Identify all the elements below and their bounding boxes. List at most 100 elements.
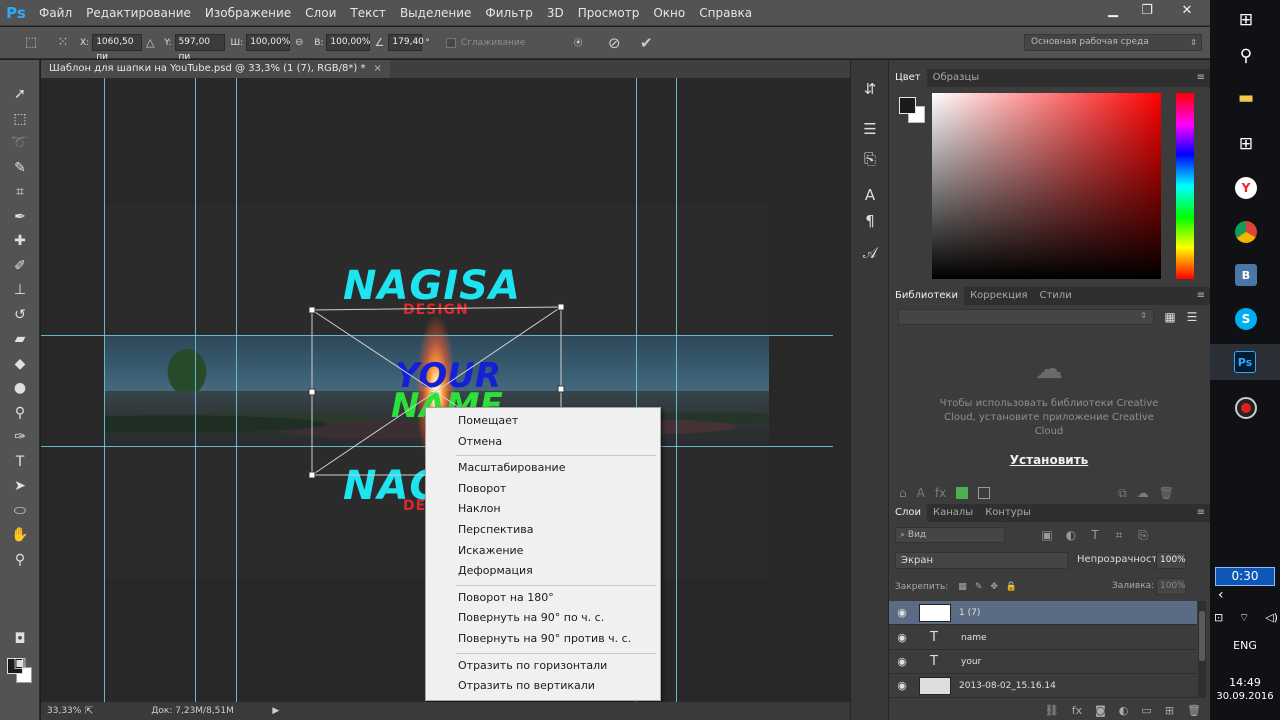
color-picker-field[interactable] — [932, 93, 1161, 279]
menu-help[interactable]: Справка — [692, 0, 759, 26]
add-character-style-icon[interactable]: A — [917, 486, 925, 500]
blur-tool-icon[interactable]: ● — [0, 376, 40, 401]
layer-style-icon[interactable]: fx — [1072, 704, 1082, 717]
ellipse-tool-icon[interactable]: ⬭ — [0, 499, 40, 524]
history-brush-tool-icon[interactable]: ↺ — [0, 303, 40, 328]
path-select-tool-icon[interactable]: ➤ — [0, 474, 40, 499]
menu-item-warp[interactable]: Деформация — [426, 561, 660, 582]
menu-item-rotate-90-ccw[interactable]: Повернуть на 90° против ч. с. — [426, 629, 660, 650]
height-field[interactable]: 100,00% — [326, 34, 370, 51]
dodge-tool-icon[interactable]: ⚲ — [0, 401, 40, 426]
move-tool-preset-icon[interactable]: ⬚ — [20, 32, 42, 54]
type-tool-icon[interactable]: T — [0, 450, 40, 475]
move-tool-icon[interactable]: ➚ — [0, 82, 40, 107]
properties-panel-icon[interactable]: ☰ — [851, 114, 889, 144]
minimize-button[interactable]: ▁ — [1096, 0, 1130, 20]
volume-icon[interactable]: ◁) — [1265, 611, 1278, 625]
tab-styles[interactable]: Стили — [1034, 287, 1078, 305]
link-layers-icon[interactable]: ⛓ — [1045, 704, 1059, 717]
menu-filter[interactable]: Фильтр — [478, 0, 539, 26]
marquee-tool-icon[interactable]: ⬚ — [0, 107, 40, 132]
menu-3d[interactable]: 3D — [540, 0, 571, 26]
healing-brush-tool-icon[interactable]: ✚ — [0, 229, 40, 254]
shape-filter-icon[interactable]: ⌗ — [1107, 528, 1131, 543]
vk-icon[interactable]: В — [1228, 257, 1264, 293]
smart-object-filter-icon[interactable]: ⎘ — [1131, 528, 1155, 543]
quick-select-tool-icon[interactable]: ✎ — [0, 156, 40, 181]
add-fx-icon[interactable]: fx — [935, 486, 946, 500]
menu-item-rotate[interactable]: Поворот — [426, 479, 660, 500]
panel-menu-icon[interactable]: ≡ — [1197, 72, 1205, 83]
trash-icon[interactable]: 🗑 — [1159, 486, 1174, 500]
status-menu-arrow[interactable]: ▶ — [272, 706, 279, 716]
layers-scrollbar[interactable] — [1198, 601, 1206, 698]
menu-item-skew[interactable]: Наклон — [426, 499, 660, 520]
clock-date[interactable]: 30.09.2016 — [1210, 691, 1280, 702]
clock-time[interactable]: 14:49 — [1210, 676, 1280, 689]
clone-stamp-tool-icon[interactable]: ⊥ — [0, 278, 40, 303]
store-icon[interactable]: ⊞ — [1228, 126, 1264, 162]
blend-mode-select[interactable]: Экран — [895, 552, 1068, 569]
new-group-icon[interactable]: ▭ — [1141, 704, 1151, 717]
menu-item-rotate-180[interactable]: Поворот на 180° — [426, 588, 660, 609]
link-icon[interactable]: ⊖ — [290, 32, 308, 54]
library-link-icon[interactable]: ⧉ — [1118, 486, 1127, 501]
reference-point-icon[interactable]: ⁙ — [52, 32, 74, 54]
new-layer-icon[interactable]: ⊞ — [1165, 704, 1174, 717]
menu-item-scale[interactable]: Масштабирование — [426, 458, 660, 479]
yandex-browser-icon[interactable]: Y — [1228, 170, 1264, 206]
restore-button[interactable]: ❐ — [1130, 0, 1164, 20]
chrome-icon[interactable] — [1228, 214, 1264, 250]
y-field[interactable]: 597,00 пи — [174, 34, 225, 62]
layer-row[interactable]: ◉ 2013-08-02_15.16.14 — [889, 674, 1197, 698]
tab-color[interactable]: Цвет — [889, 69, 927, 87]
close-button[interactable]: ✕ — [1164, 0, 1210, 20]
recorder-icon[interactable] — [1228, 390, 1264, 426]
tab-adjustments[interactable]: Коррекция — [964, 287, 1033, 305]
lock-paint-icon[interactable]: ✎ — [975, 582, 983, 592]
kind-filter-select[interactable]: ⌕ Вид — [895, 527, 1005, 543]
menu-layers[interactable]: Слои — [298, 0, 343, 26]
pen-tool-icon[interactable]: ✑ — [0, 425, 40, 450]
wifi-icon[interactable]: ⌔ — [1239, 611, 1249, 625]
menu-item-place[interactable]: Помещает — [426, 411, 660, 432]
eyedropper-tool-icon[interactable]: ✒ — [0, 205, 40, 230]
glyphs-panel-icon[interactable]: 𝒜 — [851, 238, 889, 268]
layer-row[interactable]: ◉ T your — [889, 650, 1197, 674]
tab-paths[interactable]: Контуры — [979, 504, 1037, 522]
menu-item-cancel[interactable]: Отмена — [426, 432, 660, 453]
menu-item-flip-vertical[interactable]: Отразить по вертикали — [426, 676, 660, 697]
export-icon[interactable]: ⇱ — [85, 706, 93, 717]
menu-select[interactable]: Выделение — [393, 0, 478, 26]
add-mask-icon[interactable]: ◙ — [1095, 704, 1106, 717]
zoom-level[interactable]: 33,33% — [47, 706, 85, 716]
delete-layer-icon[interactable]: 🗑 — [1187, 704, 1201, 717]
file-explorer-icon[interactable]: ▬ — [1228, 80, 1264, 116]
fill-field[interactable]: 100% — [1156, 578, 1186, 595]
antialias-checkbox[interactable] — [445, 37, 456, 48]
hand-tool-icon[interactable]: ✋ — [0, 523, 40, 548]
eraser-tool-icon[interactable]: ▰ — [0, 327, 40, 352]
visibility-eye-icon[interactable]: ◉ — [889, 606, 915, 619]
visibility-eye-icon[interactable]: ◉ — [889, 655, 915, 668]
new-adjustment-icon[interactable]: ◐ — [1119, 704, 1129, 717]
add-foreground-color-icon[interactable] — [956, 487, 969, 499]
language-indicator[interactable]: ENG — [1210, 639, 1280, 652]
tab-libraries[interactable]: Библиотеки — [889, 287, 965, 305]
search-icon[interactable]: ⚲ — [1228, 38, 1264, 74]
cancel-transform-icon[interactable]: ⊘ — [603, 32, 625, 54]
layer-row[interactable]: ◉ T name — [889, 626, 1197, 650]
tab-swatches[interactable]: Образцы — [927, 69, 986, 87]
library-select[interactable] — [898, 309, 1154, 325]
lock-pixels-icon[interactable]: ▦ — [958, 582, 967, 592]
delta-icon[interactable]: △ — [142, 32, 158, 54]
type-filter-icon[interactable]: T — [1083, 528, 1107, 542]
brush-tool-icon[interactable]: ✐ — [0, 254, 40, 279]
adjustment-filter-icon[interactable]: ◐ — [1059, 528, 1083, 542]
lock-position-icon[interactable]: ✥ — [990, 582, 998, 592]
document-tab[interactable]: Шаблон для шапки на YouTube.psd @ 33,3% … — [41, 60, 390, 78]
grid-view-icon[interactable]: ▦ — [1162, 309, 1178, 325]
layer-row[interactable]: ◉ 1 (7) — [889, 601, 1197, 625]
menu-item-flip-horizontal[interactable]: Отразить по горизонтали — [426, 656, 660, 677]
workspace-select[interactable]: Основная рабочая среда — [1024, 34, 1202, 51]
